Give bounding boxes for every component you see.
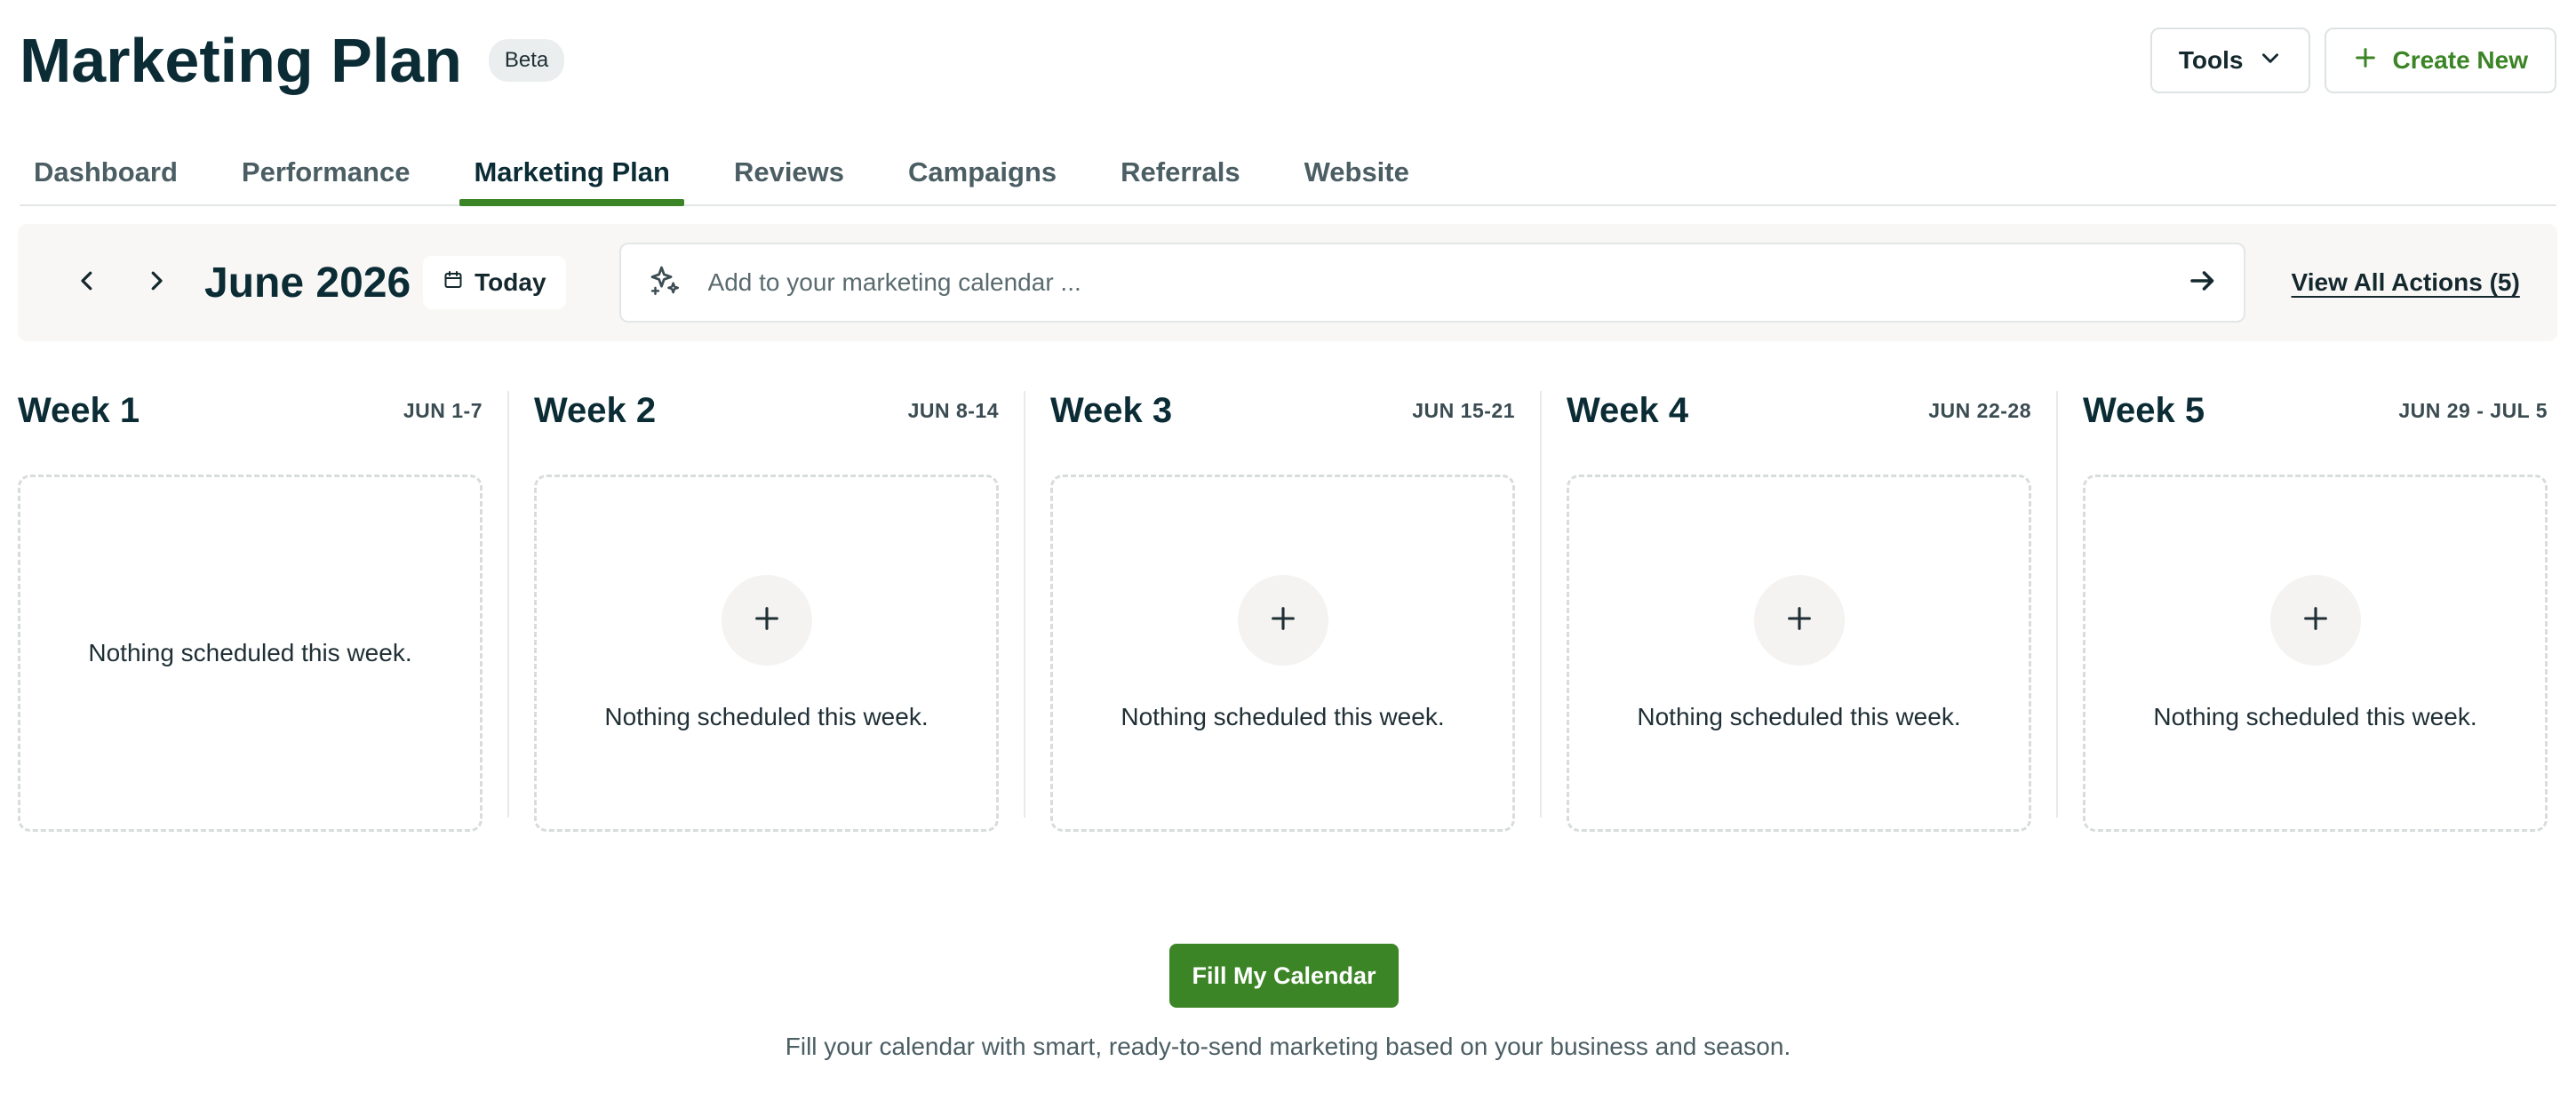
calendar-toolbar: June 2026 Today View All Actions (5) [18,224,2557,341]
create-new-button[interactable]: Create New [2325,28,2556,93]
fill-my-calendar-button[interactable]: Fill My Calendar [1169,944,1399,1008]
beta-badge: Beta [488,39,565,82]
tools-button[interactable]: Tools [2149,28,2311,93]
tab-performance[interactable]: Performance [227,142,425,204]
week-dropzone: Nothing scheduled this week. [2083,475,2548,832]
week-column: Week 1 JUN 1-7 Nothing scheduled this we… [18,387,483,832]
main-tabs: Dashboard Performance Marketing Plan Rev… [20,142,2556,206]
week-range: JUN 1-7 [403,398,483,422]
today-label: Today [475,268,546,296]
week-title: Week 5 [2083,390,2205,430]
calendar-icon [443,268,464,297]
tab-website[interactable]: Website [1290,142,1424,204]
fill-calendar-description: Fill your calendar with smart, ready-to-… [785,1033,1791,1060]
week-header: Week 2 JUN 8-14 [534,387,999,434]
plus-icon [1784,603,1814,638]
add-item-button[interactable] [721,575,812,666]
calendar-input-wrapper [618,243,2245,323]
plus-icon [2301,603,2331,638]
plus-icon [2353,45,2378,76]
week-column: Week 2 JUN 8-14 Nothing scheduled this w… [507,387,999,832]
week-header: Week 4 JUN 22-28 [1567,387,2031,434]
week-empty-text: Nothing scheduled this week. [1121,703,1445,730]
sparkle-icon [646,262,683,304]
week-dropzone[interactable]: Nothing scheduled this week. [18,475,483,832]
view-all-actions-link[interactable]: View All Actions (5) [2292,268,2520,297]
chevron-down-icon [2259,46,2282,76]
week-dropzone: Nothing scheduled this week. [534,475,999,832]
week-title: Week 3 [1050,390,1173,430]
today-button[interactable]: Today [423,256,566,309]
week-empty-text: Nothing scheduled this week. [1637,703,1961,730]
calendar-input[interactable] [707,268,2187,297]
week-range: JUN 8-14 [907,398,999,422]
prev-month-button[interactable] [60,256,114,309]
week-range: JUN 15-21 [1412,398,1515,422]
page-header: Marketing Plan Beta Tools Create New [20,25,2556,96]
week-header: Week 1 JUN 1-7 [18,387,483,434]
week-range: JUN 29 - JUL 5 [2398,398,2548,422]
add-item-button[interactable] [2269,575,2361,666]
week-title: Week 2 [534,390,657,430]
tab-marketing-plan[interactable]: Marketing Plan [459,142,684,206]
week-empty-text: Nothing scheduled this week. [88,639,412,666]
chevron-right-icon [143,267,170,299]
week-column: Week 4 JUN 22-28 Nothing scheduled this … [1540,387,2031,832]
week-title: Week 4 [1567,390,1689,430]
plus-icon [752,603,782,638]
page-title: Marketing Plan [20,26,462,95]
week-dropzone: Nothing scheduled this week. [1050,475,1515,832]
tab-reviews[interactable]: Reviews [720,142,858,204]
week-empty-text: Nothing scheduled this week. [604,703,929,730]
tab-dashboard[interactable]: Dashboard [20,142,192,204]
current-month: June 2026 [204,259,411,307]
tab-campaigns[interactable]: Campaigns [894,142,1071,204]
add-item-button[interactable] [1237,575,1328,666]
tab-referrals[interactable]: Referrals [1106,142,1254,204]
arrow-right-icon[interactable] [2187,265,2219,301]
week-range: JUN 22-28 [1928,398,2031,422]
week-title: Week 1 [18,390,140,430]
add-item-button[interactable] [1753,575,1845,666]
next-month-button[interactable] [130,256,183,309]
week-empty-text: Nothing scheduled this week. [2153,703,2477,730]
week-column: Week 5 JUN 29 - JUL 5 Nothing scheduled … [2056,387,2548,832]
week-dropzone: Nothing scheduled this week. [1567,475,2031,832]
tools-button-label: Tools [2178,46,2244,74]
header-actions: Tools Create New [2149,28,2556,93]
week-header: Week 3 JUN 15-21 [1050,387,1515,434]
weeks-grid: Week 1 JUN 1-7 Nothing scheduled this we… [18,387,2557,832]
create-new-label: Create New [2392,46,2528,74]
chevron-left-icon [74,267,100,299]
week-header: Week 5 JUN 29 - JUL 5 [2083,387,2548,434]
plus-icon [1268,603,1298,638]
week-column: Week 3 JUN 15-21 Nothing scheduled this … [1024,387,1515,832]
